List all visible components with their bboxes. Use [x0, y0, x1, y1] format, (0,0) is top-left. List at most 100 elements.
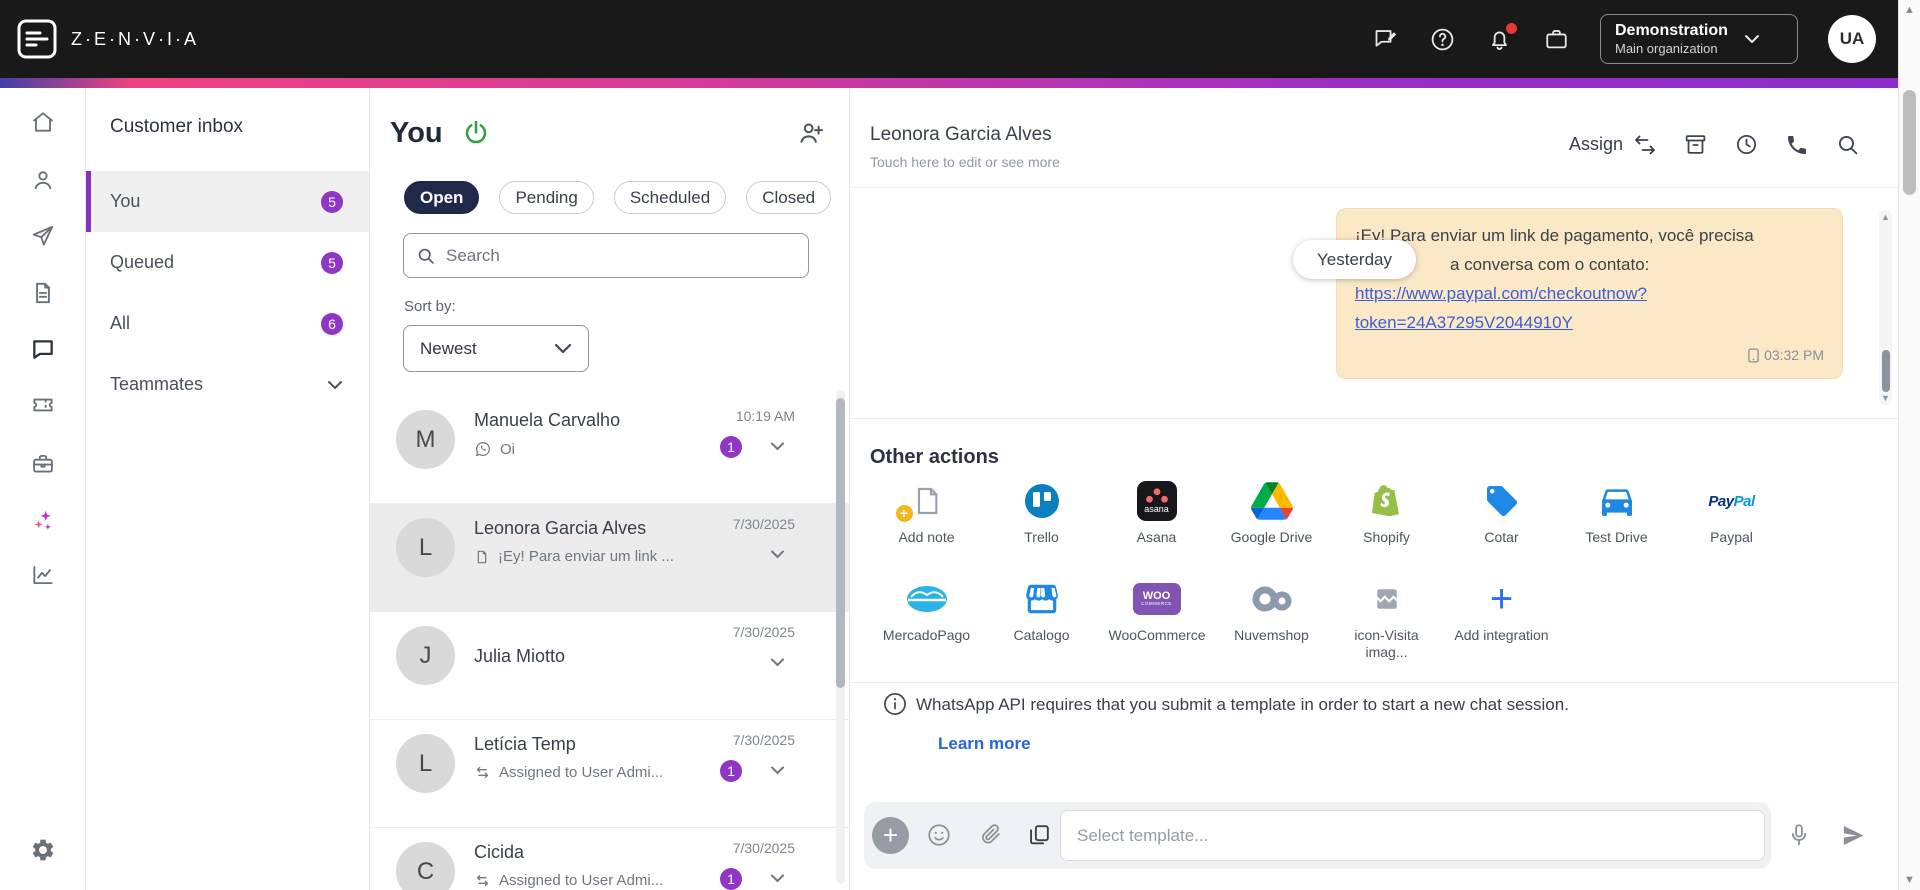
- scroll-up-arrow[interactable]: ▲: [1879, 212, 1892, 222]
- archive-icon[interactable]: [1683, 132, 1708, 157]
- chevron-down-icon[interactable]: [770, 766, 785, 775]
- template-select-input[interactable]: [1060, 810, 1765, 861]
- conversation-list-panel: You Open Pending Scheduled Closed Sort b…: [370, 88, 850, 890]
- attachment-paperclip-icon[interactable]: [978, 822, 1003, 847]
- mobile-device-icon: [1748, 348, 1759, 363]
- nav-campaigns-icon[interactable]: [30, 223, 56, 249]
- conversation-row[interactable]: J Julia Miotto 7/30/2025: [370, 612, 849, 720]
- paypal-wordmark-left: Pay: [1708, 492, 1734, 510]
- filter-scheduled[interactable]: Scheduled: [613, 181, 727, 214]
- action-label: Paypal: [1710, 529, 1753, 545]
- action-google-drive[interactable]: Google Drive: [1214, 478, 1329, 546]
- action-shopify[interactable]: Shopify: [1329, 478, 1444, 546]
- send-icon[interactable]: [1840, 822, 1867, 849]
- sidebar-item-you[interactable]: You 5: [86, 171, 369, 232]
- list-scrollbar-thumb[interactable]: [836, 398, 845, 688]
- chevron-down-icon[interactable]: [770, 658, 785, 667]
- contact-name: Leonora Garcia Alves: [474, 518, 647, 538]
- nav-contacts-icon[interactable]: [30, 167, 56, 193]
- conversation-row-selected[interactable]: L Leonora Garcia Alves 7/30/2025 ¡Ey! Pa…: [370, 504, 849, 612]
- chevron-down-icon[interactable]: [770, 874, 785, 883]
- scroll-up-arrow[interactable]: ▲: [1899, 4, 1920, 16]
- add-note-icon: +: [895, 478, 943, 524]
- action-catalogo[interactable]: Catalogo: [984, 576, 1099, 661]
- list-scrollbar[interactable]: [836, 390, 845, 884]
- nav-sales-ticket-icon[interactable]: [30, 392, 56, 418]
- learn-more-link[interactable]: Learn more: [938, 734, 1031, 754]
- message-time: 03:32 PM: [1764, 347, 1824, 363]
- chat-contact-hint[interactable]: Touch here to edit or see more: [870, 154, 1060, 170]
- action-nuvemshop[interactable]: Nuvemshop: [1214, 576, 1329, 661]
- sidebar-item-all[interactable]: All 6: [86, 293, 369, 354]
- org-selector[interactable]: Demonstration Main organization: [1600, 13, 1798, 65]
- nav-conversations-icon-active[interactable]: [30, 336, 56, 362]
- workspace-icon[interactable]: [1543, 26, 1570, 53]
- paypal-link-line2: token=24A37295V2044910Y: [1355, 313, 1573, 332]
- assign-button[interactable]: Assign: [1569, 133, 1657, 157]
- other-actions-row-1: + Add note Trello asana Asana Google Dri…: [869, 478, 1789, 546]
- notifications-bell-icon[interactable]: [1486, 22, 1517, 53]
- action-woocommerce[interactable]: WOO COMMERCE WooCommerce: [1099, 576, 1214, 661]
- paypal-link[interactable]: https://www.paypal.com/checkoutnow? toke…: [1355, 279, 1824, 337]
- emoji-icon[interactable]: [926, 822, 952, 848]
- chat-contact-name[interactable]: Leonora Garcia Alves: [870, 124, 1052, 146]
- action-add-note[interactable]: + Add note: [869, 478, 984, 546]
- chat-scrollbar-thumb[interactable]: [1881, 350, 1890, 392]
- search-icon: [416, 246, 436, 266]
- search-icon[interactable]: [1835, 132, 1860, 157]
- chevron-down-icon[interactable]: [770, 550, 785, 559]
- preview-text: Oi: [500, 440, 515, 458]
- conversation-row[interactable]: L Letícia Temp 7/30/2025 Assigned to Use…: [370, 720, 849, 828]
- nav-toolbox-icon[interactable]: [30, 451, 56, 477]
- nav-home-icon[interactable]: [30, 109, 56, 135]
- conversation-row[interactable]: C Cicida 7/30/2025 Assigned to User Admi…: [370, 828, 849, 890]
- action-label: Google Drive: [1230, 529, 1313, 545]
- action-mercadopago[interactable]: MercadoPago: [869, 576, 984, 661]
- action-cotar[interactable]: Cotar: [1444, 478, 1559, 546]
- action-label: icon-Visita imag...: [1354, 627, 1419, 660]
- help-icon[interactable]: [1429, 26, 1456, 53]
- nav-analytics-icon[interactable]: [30, 562, 56, 588]
- page-scrollbar[interactable]: ▲ ▼: [1898, 0, 1920, 890]
- transfer-icon: [1633, 133, 1657, 157]
- action-visita-broken[interactable]: icon-Visita imag...: [1329, 576, 1444, 661]
- filter-pending[interactable]: Pending: [499, 181, 594, 214]
- filter-open[interactable]: Open: [404, 181, 480, 214]
- nav-ai-sparkles-icon[interactable]: [30, 507, 56, 533]
- shopify-icon: [1368, 478, 1406, 524]
- message-meta: 03:32 PM: [1355, 341, 1824, 370]
- page-scrollbar-thumb[interactable]: [1903, 90, 1916, 195]
- composer-add-button[interactable]: +: [872, 817, 909, 854]
- chat-scrollbar[interactable]: ▲ ▼: [1879, 210, 1892, 405]
- action-asana[interactable]: asana Asana: [1099, 478, 1214, 546]
- sidebar-item-teammates[interactable]: Teammates: [86, 354, 369, 415]
- action-add-integration[interactable]: + Add integration: [1444, 576, 1559, 661]
- action-test-drive[interactable]: Test Drive: [1559, 478, 1674, 546]
- scroll-down-arrow[interactable]: ▼: [1899, 874, 1920, 886]
- microphone-icon[interactable]: [1786, 822, 1812, 848]
- scroll-down-arrow[interactable]: ▼: [1879, 393, 1892, 403]
- sort-dropdown[interactable]: Newest: [403, 325, 589, 372]
- action-paypal[interactable]: PayPal Paypal: [1674, 478, 1789, 546]
- phone-icon[interactable]: [1785, 133, 1809, 157]
- transfer-icon: [474, 872, 491, 889]
- woo-wordmark-sub: COMMERCE: [1141, 601, 1172, 607]
- plus-badge-icon: +: [895, 505, 913, 522]
- search-input[interactable]: [446, 245, 796, 266]
- section-divider: [850, 418, 1898, 419]
- availability-power-icon[interactable]: [461, 118, 491, 148]
- section-divider: [850, 682, 1898, 683]
- conversation-row[interactable]: M Manuela Carvalho 10:19 AM Oi 1: [370, 396, 849, 504]
- nav-settings-gear-icon[interactable]: [30, 837, 56, 863]
- filter-closed[interactable]: Closed: [746, 181, 832, 214]
- sidebar-item-queued[interactable]: Queued 5: [86, 232, 369, 293]
- history-clock-icon[interactable]: [1734, 132, 1759, 157]
- chat-compose-icon[interactable]: [1372, 26, 1399, 53]
- chevron-down-icon[interactable]: [770, 442, 785, 451]
- action-trello[interactable]: Trello: [984, 478, 1099, 546]
- template-copy-icon[interactable]: [1027, 822, 1052, 847]
- brand-name: Z·E·N·V·I·A: [71, 28, 199, 49]
- nav-reports-icon[interactable]: [30, 280, 56, 306]
- add-person-icon[interactable]: [797, 119, 825, 147]
- user-avatar[interactable]: UA: [1828, 15, 1876, 63]
